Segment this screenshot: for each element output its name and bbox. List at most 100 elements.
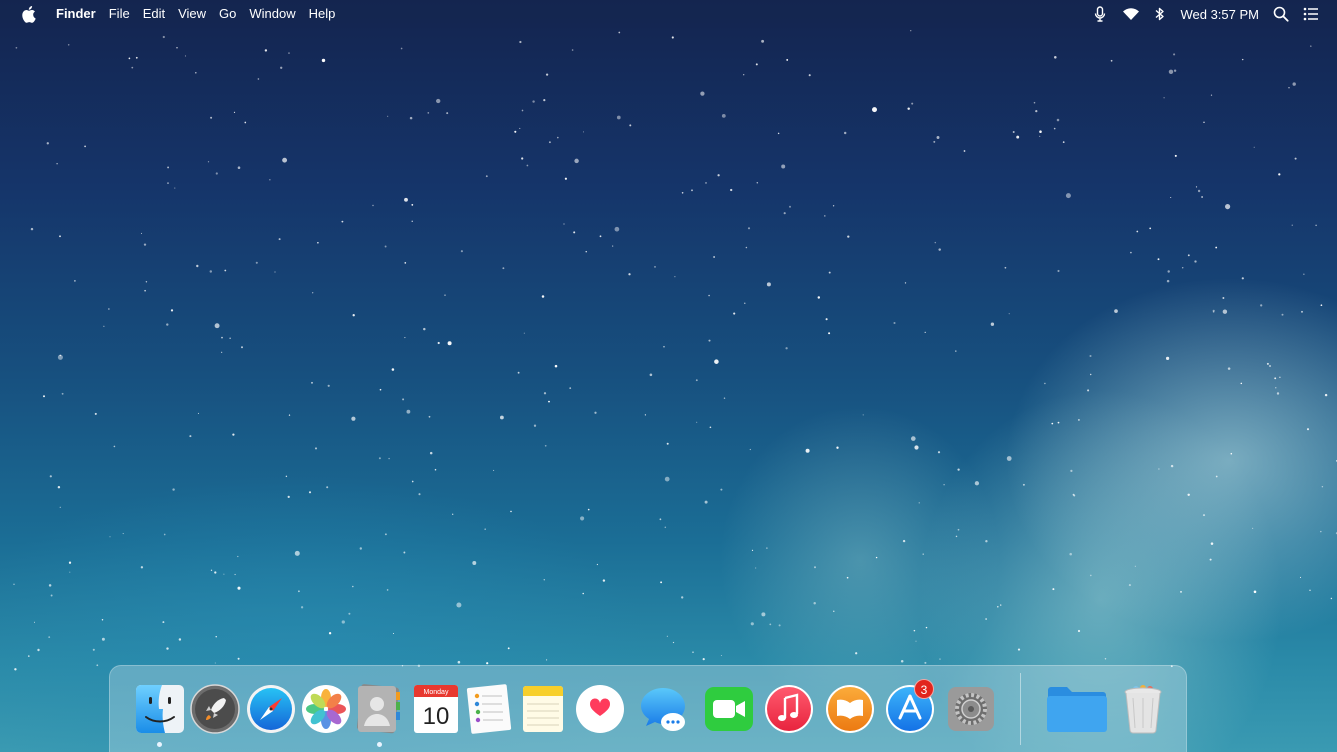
star [1089,373,1092,376]
menu-window[interactable]: Window [249,0,295,28]
star [910,30,912,32]
star [750,622,754,626]
star [387,115,389,117]
menu-go[interactable]: Go [219,0,236,28]
contacts-icon [357,684,400,734]
star [351,416,356,421]
wifi-icon[interactable] [1122,6,1140,22]
star [1070,469,1073,473]
star [1089,354,1092,358]
star [49,475,52,478]
star [564,177,567,180]
dock-facetime[interactable] [704,684,754,734]
facetime-camera-icon [705,687,753,731]
menu-app-finder[interactable]: Finder [56,0,96,28]
star [280,66,283,69]
star [172,488,175,491]
star [1321,485,1324,488]
star [783,212,786,215]
spotlight-search-icon[interactable] [1273,6,1289,22]
star [96,664,99,667]
star [288,414,291,416]
star [499,415,504,420]
bluetooth-icon[interactable] [1154,6,1166,22]
star [33,621,36,623]
star [582,131,585,133]
star [298,590,300,593]
star [48,636,51,638]
star [321,58,326,63]
menu-bar-clock[interactable]: Wed 3:57 PM [1180,7,1259,22]
microphone-icon[interactable] [1092,6,1108,22]
star [210,569,213,571]
star [1130,251,1132,254]
dock-music[interactable] [764,684,814,734]
star [15,46,18,49]
dock-health[interactable] [575,684,625,734]
star [109,536,111,538]
star [1315,224,1317,227]
star [1324,393,1328,397]
star [207,161,210,163]
dock-safari[interactable] [246,684,296,734]
star [61,392,64,395]
dock-system-preferences[interactable] [946,684,996,734]
star [1299,576,1302,578]
star [1039,130,1042,133]
menu-help[interactable]: Help [309,0,336,28]
notification-center-icon[interactable] [1303,6,1319,22]
star [1022,483,1025,486]
star [519,40,522,44]
star [1276,392,1280,395]
star [436,98,441,104]
star [708,294,710,297]
star [48,584,52,587]
star [1291,224,1293,226]
trash-icon [1124,685,1162,734]
star [411,220,413,222]
star [743,74,745,76]
star [287,495,290,499]
star [167,166,170,169]
star [1230,452,1233,455]
star [705,182,707,184]
dock-documents-folder[interactable] [1046,684,1108,734]
star [274,271,276,273]
star [327,384,330,387]
star [101,637,105,641]
dock-contacts[interactable] [356,684,406,734]
dock-notes[interactable] [518,684,568,734]
star [644,414,647,416]
star [1056,118,1060,122]
star [400,47,403,50]
star [755,63,758,66]
dock-messages[interactable] [638,684,688,734]
star [314,447,318,450]
star [1016,135,1020,139]
menu-view[interactable]: View [178,0,206,28]
star [1222,297,1225,299]
star [855,652,858,655]
menu-file[interactable]: File [109,0,130,28]
finder-running-indicator [157,742,162,747]
dock-finder[interactable] [135,684,185,734]
dock-launchpad[interactable] [190,684,240,734]
desktop[interactable]: Finder File Edit View Go Window Help Wed… [0,0,1337,752]
apple-logo-icon[interactable] [20,5,36,23]
dock-calendar[interactable]: Monday 10 [411,684,461,734]
dock-trash[interactable] [1118,684,1168,734]
star [664,476,670,482]
star [221,351,223,353]
dock-reminders[interactable] [464,684,514,734]
star [700,91,705,96]
star [311,381,313,384]
dock-books[interactable] [825,684,875,734]
menu-edit[interactable]: Edit [143,0,165,28]
star [925,626,928,629]
star [766,547,768,549]
star [781,164,786,169]
star [457,660,461,664]
notes-icon [523,686,563,732]
dock-photos[interactable] [301,684,351,734]
star [573,231,576,234]
